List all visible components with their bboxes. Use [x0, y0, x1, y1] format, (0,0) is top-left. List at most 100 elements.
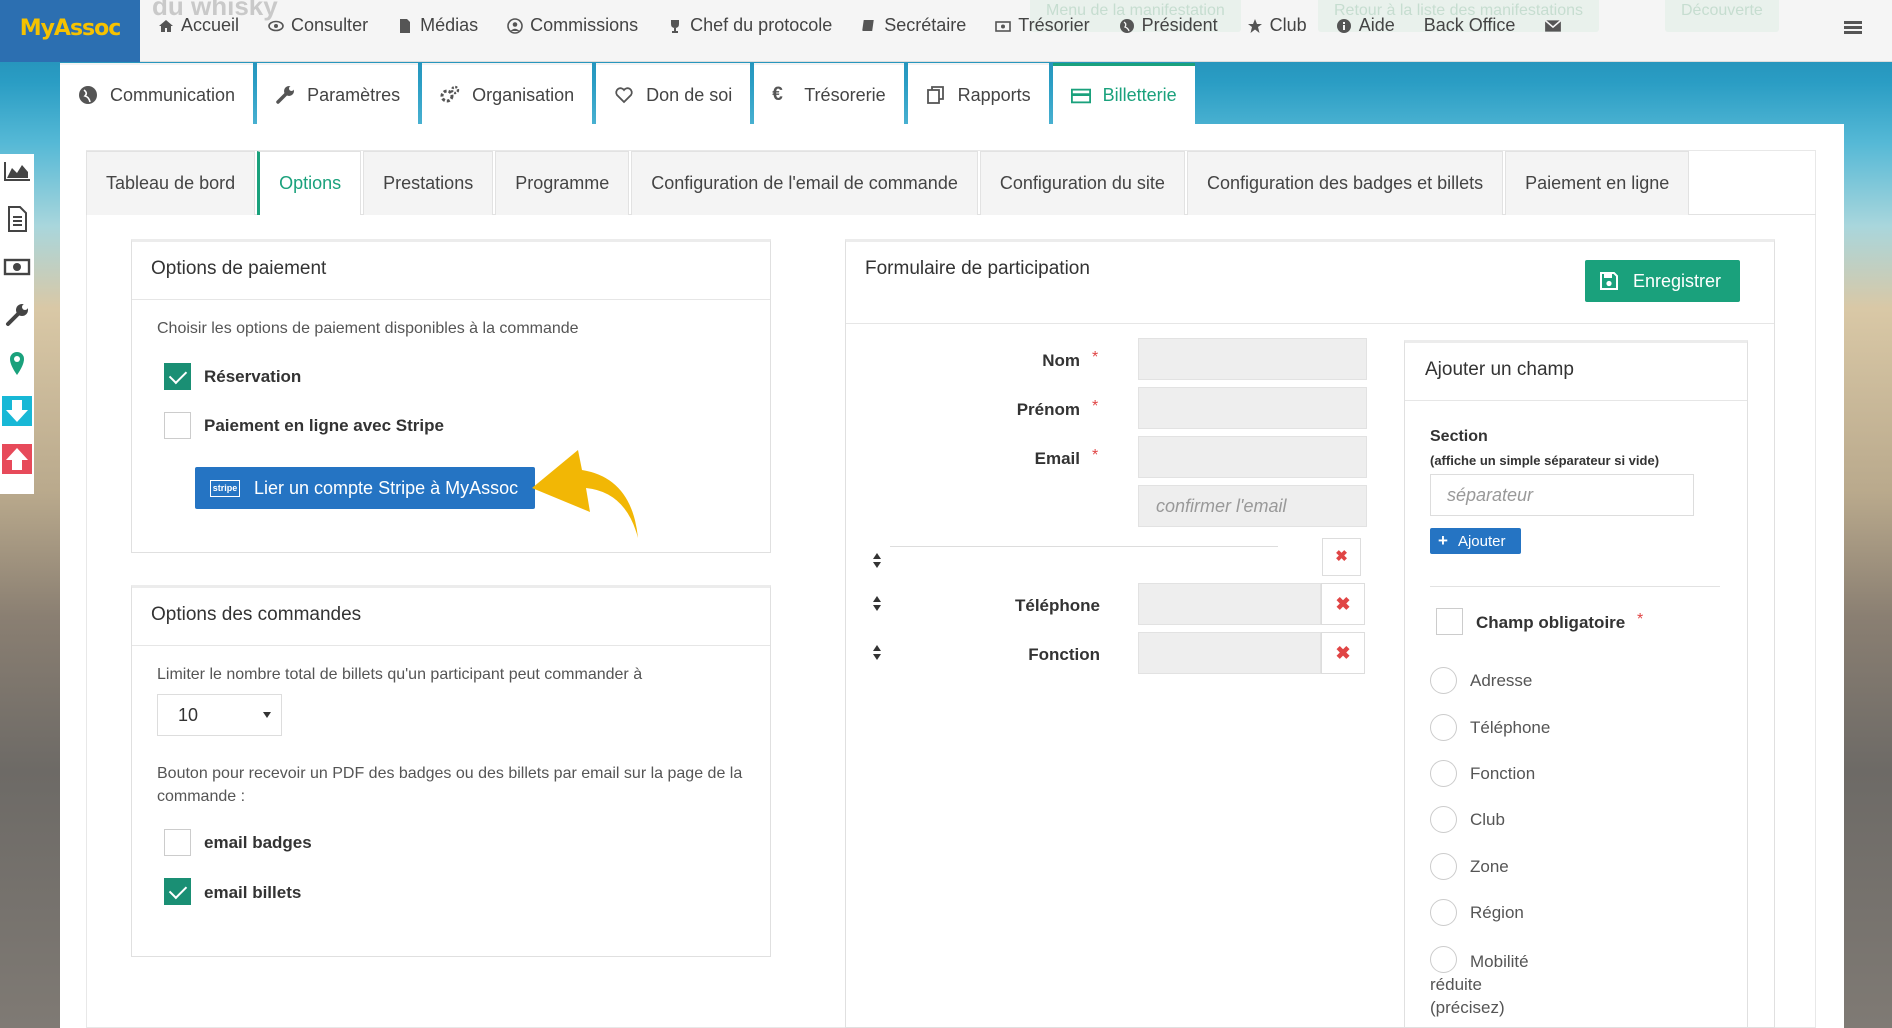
nav-president[interactable]: Président [1119, 15, 1218, 36]
tab-don-de-soi[interactable]: Don de soi [596, 63, 751, 125]
email-billets-label: email billets [204, 883, 302, 902]
radio-adresse[interactable] [1430, 667, 1457, 694]
field-label-prenom: Prénom [1016, 400, 1080, 419]
sort-handle-icon[interactable] [872, 645, 882, 661]
radio-region[interactable] [1430, 899, 1457, 926]
option-label: Club [1470, 810, 1505, 829]
panel-title: Ajouter un champ [1405, 343, 1747, 401]
envelope-icon [1545, 19, 1562, 32]
tab-billetterie[interactable]: Billetterie [1052, 63, 1195, 125]
tab-parametres[interactable]: Paramètres [257, 63, 419, 125]
tab-rapports[interactable]: Rapports [907, 63, 1049, 125]
sort-handle-icon[interactable] [872, 596, 882, 612]
delete-separator-button[interactable]: ✖ [1322, 538, 1361, 576]
nav-chef-protocole[interactable]: Chef du protocole [667, 15, 832, 36]
nav-accueil[interactable]: Accueil [158, 15, 239, 36]
subtab-config-site[interactable]: Configuration du site [979, 151, 1185, 215]
section-hint: (affiche un simple séparateur si vide) [1430, 453, 1660, 468]
tab-label: Paramètres [307, 84, 401, 105]
ticket-limit-select[interactable]: 10 [157, 694, 282, 736]
chevron-down-icon [263, 712, 271, 718]
star-icon [1247, 18, 1262, 33]
required-mark: * [1637, 611, 1644, 628]
telephone-input[interactable] [1138, 583, 1321, 625]
subtab-options[interactable]: Options [257, 151, 362, 215]
field-label-nom: Nom [1042, 351, 1080, 370]
option-label: Fonction [1470, 764, 1536, 783]
tab-tresorerie[interactable]: € Trésorerie [754, 63, 904, 125]
upload-arrow-icon[interactable] [0, 442, 34, 476]
nav-label: Back Office [1423, 15, 1516, 35]
file-icon [400, 18, 411, 33]
tab-label: Organisation [472, 84, 575, 105]
nav-aide[interactable]: Aide [1336, 15, 1395, 36]
tab-communication[interactable]: Communication [60, 63, 254, 125]
required-field-checkbox[interactable] [1436, 608, 1463, 635]
fonction-input[interactable] [1138, 632, 1321, 674]
nav-medias[interactable]: Médias [397, 15, 478, 36]
panel-title: Options de paiement [132, 242, 770, 300]
globe-icon [79, 86, 97, 104]
discovery-button[interactable]: Découverte [1665, 0, 1779, 32]
sort-handle-icon[interactable] [872, 553, 882, 569]
euro-icon: € [772, 84, 783, 105]
nav-consulter[interactable]: Consulter [268, 15, 368, 36]
chart-area-icon[interactable] [0, 154, 34, 188]
nom-input[interactable] [1138, 338, 1367, 380]
delete-telephone-button[interactable]: ✖ [1321, 583, 1365, 625]
map-marker-icon[interactable] [0, 346, 34, 380]
radio-fonction[interactable] [1430, 760, 1457, 787]
subtab-config-badges-billets[interactable]: Configuration des badges et billets [1186, 151, 1504, 215]
separator-input[interactable]: séparateur [1430, 474, 1694, 516]
add-field-button[interactable]: + Ajouter [1430, 528, 1521, 554]
subtab-paiement-en-ligne[interactable]: Paiement en ligne [1505, 151, 1690, 215]
option-label: Adresse [1470, 671, 1533, 690]
nav-label: Médias [420, 15, 479, 35]
download-arrow-icon[interactable] [0, 394, 34, 428]
wrench-icon [276, 86, 295, 104]
subtab-prestations[interactable]: Prestations [363, 151, 494, 215]
app-logo[interactable]: MyAssoc [0, 0, 140, 62]
tab-label: Communication [110, 84, 236, 105]
email-badges-checkbox[interactable] [164, 829, 191, 856]
money-bill-icon[interactable] [0, 250, 34, 284]
top-navbar: MyAssoc du whisky Menu de la manifestati… [0, 0, 1892, 62]
link-stripe-button[interactable]: stripe Lier un compte Stripe à MyAssoc [195, 467, 535, 509]
nav-commissions[interactable]: Commissions [507, 15, 638, 36]
delete-fonction-button[interactable]: ✖ [1321, 632, 1365, 674]
save-button[interactable]: Enregistrer [1585, 260, 1740, 302]
stripe-payment-checkbox[interactable] [164, 412, 191, 439]
wrench-icon[interactable] [0, 298, 34, 332]
email-confirm-input[interactable]: confirmer l'email [1138, 485, 1367, 527]
radio-telephone[interactable] [1430, 714, 1457, 741]
plus-icon: + [1438, 531, 1448, 550]
nav-tresorier[interactable]: Trésorier [995, 15, 1090, 36]
option-label: Zone [1470, 857, 1509, 876]
email-billets-checkbox[interactable] [164, 878, 191, 905]
subtab-programme[interactable]: Programme [495, 151, 630, 215]
nav-label: Aide [1358, 15, 1395, 35]
nav-messages[interactable] [1544, 15, 1569, 36]
sub-tabs: Tableau de bord Options Prestations Prog… [86, 151, 1691, 215]
subtab-config-email-commande[interactable]: Configuration de l'email de commande [631, 151, 978, 215]
money-icon [995, 20, 1012, 32]
nav-secretaire[interactable]: Secrétaire [861, 15, 966, 36]
radio-club[interactable] [1430, 806, 1457, 833]
tab-label: Rapports [957, 84, 1031, 105]
email-input[interactable] [1138, 436, 1367, 478]
tab-organisation[interactable]: Organisation [422, 63, 593, 125]
reservation-checkbox[interactable] [164, 363, 191, 390]
option-label: Téléphone [1470, 718, 1551, 737]
required-mark: * [1092, 447, 1099, 464]
email-badges-label: email badges [204, 833, 312, 852]
credit-card-icon [1070, 88, 1091, 103]
panel-title: Options des commandes [132, 588, 770, 646]
radio-zone[interactable] [1430, 853, 1457, 880]
ticket-limit-label: Limiter le nombre total de billets qu'un… [157, 666, 643, 683]
prenom-input[interactable] [1138, 387, 1367, 429]
subtab-tableau-de-bord[interactable]: Tableau de bord [86, 151, 256, 215]
document-icon[interactable] [0, 202, 34, 236]
hamburger-menu-icon[interactable] [1844, 21, 1862, 35]
nav-back-office[interactable]: Back Office [1424, 15, 1516, 36]
nav-club[interactable]: Club [1247, 15, 1307, 36]
